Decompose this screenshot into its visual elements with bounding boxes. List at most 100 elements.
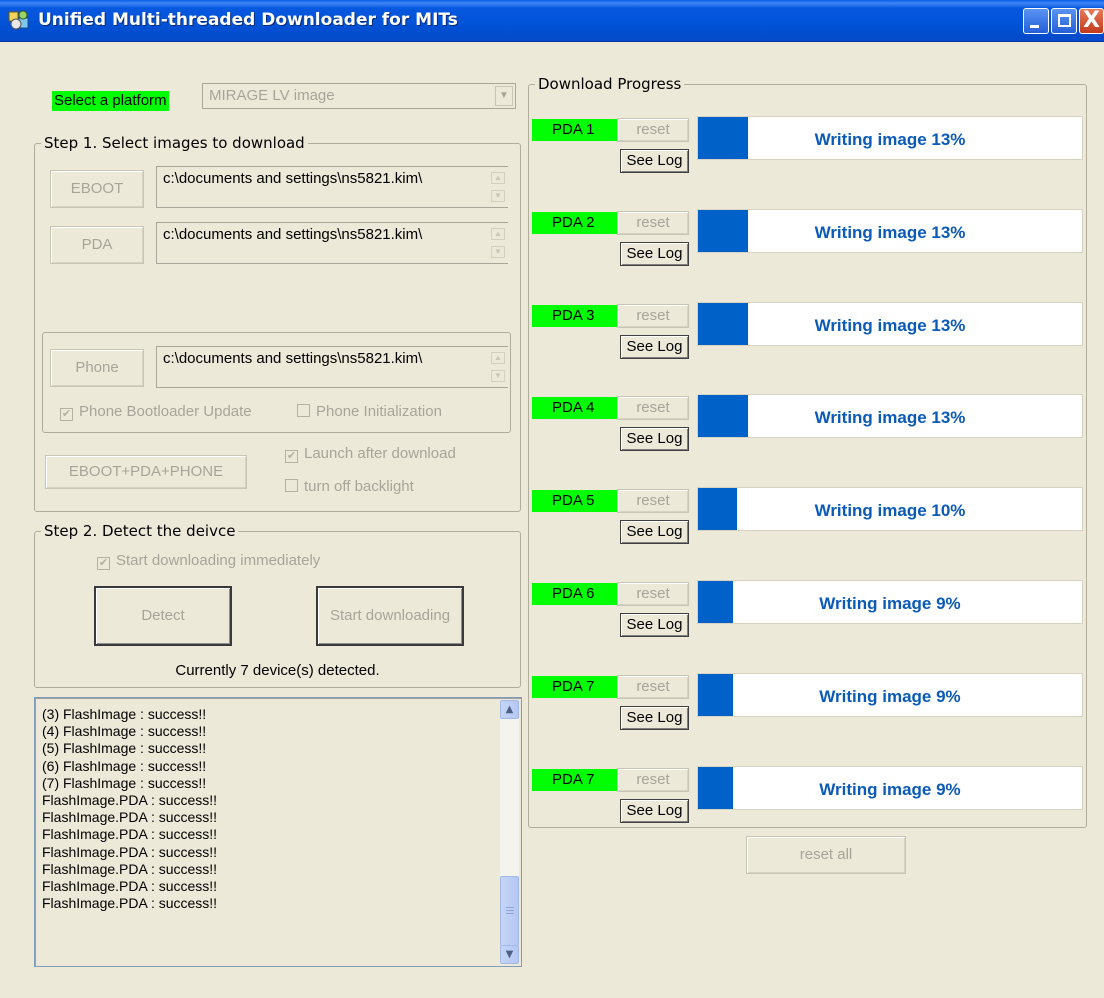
platform-label: Select a platform — [52, 91, 169, 111]
minimize-button[interactable] — [1023, 8, 1049, 34]
progress-bar: Writing image 9% — [697, 580, 1083, 624]
reset-button[interactable]: reset — [617, 396, 689, 420]
progress-status: Writing image 13% — [814, 223, 966, 242]
reset-button[interactable]: reset — [617, 304, 689, 328]
progress-bar: Writing image 13% — [697, 209, 1083, 253]
log-scrollbar[interactable]: ▲ ▼ — [500, 700, 519, 964]
log-line: (7) FlashImage : success!! — [42, 774, 207, 791]
scroll-down-icon[interactable]: ▼ — [491, 190, 505, 202]
progress-bar: Writing image 9% — [697, 766, 1083, 810]
start-immediately-checkbox[interactable]: ✔ Start downloading immediately — [97, 552, 320, 570]
progress-status: Writing image 13% — [814, 316, 966, 335]
scroll-up-icon[interactable]: ▲ — [491, 172, 505, 184]
eboot-button[interactable]: EBOOT — [50, 170, 144, 208]
log-line: FlashImage.PDA : success!! — [42, 809, 218, 826]
log-line: (5) FlashImage : success!! — [42, 740, 207, 757]
checkbox-checked-icon[interactable]: ✔ — [60, 408, 73, 421]
reset-button[interactable]: reset — [617, 675, 689, 699]
log-textarea[interactable]: (3) FlashImage : success!! (4) FlashImage… — [34, 697, 522, 967]
turn-off-backlight-label: turn off backlight — [304, 478, 414, 495]
device-label: PDA 3 — [532, 305, 618, 327]
log-line: FlashImage.PDA : success!! — [42, 878, 218, 895]
progress-bar: Writing image 13% — [697, 302, 1083, 346]
progress-bar: Writing image 10% — [697, 487, 1083, 531]
scroll-down-icon[interactable]: ▼ — [491, 370, 505, 382]
log-line: FlashImage.PDA : success!! — [42, 860, 218, 877]
see-log-button[interactable]: See Log — [620, 427, 689, 451]
scroll-down-icon[interactable]: ▼ — [500, 945, 519, 964]
chevron-down-icon[interactable]: ▼ — [495, 86, 513, 106]
pda-path-field[interactable]: c:\documents and settings\ns5821.kim\ ▲ … — [156, 222, 508, 264]
scroll-up-icon[interactable]: ▲ — [491, 228, 505, 240]
start-immediately-label: Start downloading immediately — [116, 552, 321, 569]
log-line: (6) FlashImage : success!! — [42, 757, 207, 774]
scroll-up-icon[interactable]: ▲ — [491, 352, 505, 364]
eboot-path-text: c:\documents and settings\ns5821.kim\ — [163, 170, 423, 187]
pda-path-scrollbar[interactable]: ▲ ▼ — [488, 223, 508, 263]
step1-label: Step 1. Select images to download — [41, 134, 308, 152]
scroll-up-icon[interactable]: ▲ — [500, 700, 519, 719]
pda-path-text: c:\documents and settings\ns5821.kim\ — [163, 226, 423, 243]
minimize-icon — [1030, 25, 1039, 28]
app-icon — [8, 10, 29, 30]
device-label: PDA 7 — [532, 676, 618, 698]
maximize-button[interactable] — [1051, 8, 1077, 34]
pda-button[interactable]: PDA — [50, 226, 144, 264]
detect-button[interactable]: Detect — [94, 586, 232, 646]
see-log-button[interactable]: See Log — [620, 799, 689, 823]
close-button[interactable]: X — [1079, 8, 1104, 34]
phone-bootloader-update-label: Phone Bootloader Update — [79, 403, 252, 420]
progress-bar: Writing image 13% — [697, 116, 1083, 160]
reset-all-button[interactable]: reset all — [746, 836, 906, 874]
scroll-down-icon[interactable]: ▼ — [491, 246, 505, 258]
see-log-button[interactable]: See Log — [620, 613, 689, 637]
reset-button[interactable]: reset — [617, 489, 689, 513]
launch-after-download-checkbox[interactable]: ✔ Launch after download — [285, 445, 456, 463]
title-bar[interactable]: Unified Multi-threaded Downloader for MI… — [0, 0, 1104, 42]
checkbox-unchecked-icon[interactable] — [297, 404, 310, 417]
launch-after-download-label: Launch after download — [304, 445, 456, 462]
checkbox-unchecked-icon[interactable] — [285, 479, 298, 492]
see-log-button[interactable]: See Log — [620, 242, 689, 266]
scroll-thumb[interactable] — [500, 876, 519, 946]
device-count-status: Currently 7 device(s) detected. — [175, 662, 380, 679]
reset-button[interactable]: reset — [617, 768, 689, 792]
phone-button[interactable]: Phone — [50, 349, 144, 387]
see-log-button[interactable]: See Log — [620, 520, 689, 544]
eboot-path-field[interactable]: c:\documents and settings\ns5821.kim\ ▲ … — [156, 166, 508, 208]
checkbox-checked-icon[interactable]: ✔ — [97, 557, 110, 570]
log-line: FlashImage.PDA : success!! — [42, 826, 218, 843]
progress-bar: Writing image 9% — [697, 673, 1083, 717]
window-title: Unified Multi-threaded Downloader for MI… — [38, 10, 458, 30]
see-log-button[interactable]: See Log — [620, 149, 689, 173]
reset-button[interactable]: reset — [617, 118, 689, 142]
log-line: FlashImage.PDA : success!! — [42, 895, 218, 912]
progress-status: Writing image 9% — [819, 594, 961, 613]
progress-status: Writing image 13% — [814, 408, 966, 427]
platform-selected-value: MIRAGE LV image — [209, 87, 335, 104]
start-downloading-button[interactable]: Start downloading — [316, 586, 464, 646]
see-log-button[interactable]: See Log — [620, 706, 689, 730]
device-label: PDA 4 — [532, 397, 618, 419]
progress-status: Writing image 13% — [814, 130, 966, 149]
device-label: PDA 1 — [532, 119, 618, 141]
log-line: (4) FlashImage : success!! — [42, 723, 207, 740]
maximize-icon — [1058, 14, 1071, 27]
phone-bootloader-update-checkbox[interactable]: ✔ Phone Bootloader Update — [60, 403, 252, 421]
device-label: PDA 5 — [532, 490, 618, 512]
reset-button[interactable]: reset — [617, 582, 689, 606]
device-label: PDA 6 — [532, 583, 618, 605]
reset-button[interactable]: reset — [617, 211, 689, 235]
see-log-button[interactable]: See Log — [620, 335, 689, 359]
device-label: PDA 7 — [532, 769, 618, 791]
progress-status: Writing image 9% — [819, 687, 961, 706]
phone-initialization-checkbox[interactable]: Phone Initialization — [297, 403, 442, 420]
phone-path-field[interactable]: c:\documents and settings\ns5821.kim\ ▲ … — [156, 346, 508, 388]
eboot-path-scrollbar[interactable]: ▲ ▼ — [488, 167, 508, 207]
turn-off-backlight-checkbox[interactable]: turn off backlight — [285, 478, 414, 495]
checkbox-checked-icon[interactable]: ✔ — [285, 450, 298, 463]
phone-path-scrollbar[interactable]: ▲ ▼ — [488, 347, 508, 387]
eboot-pda-phone-button[interactable]: EBOOT+PDA+PHONE — [45, 455, 247, 489]
download-progress-label: Download Progress — [535, 75, 685, 93]
platform-select[interactable]: MIRAGE LV image ▼ — [202, 83, 516, 109]
